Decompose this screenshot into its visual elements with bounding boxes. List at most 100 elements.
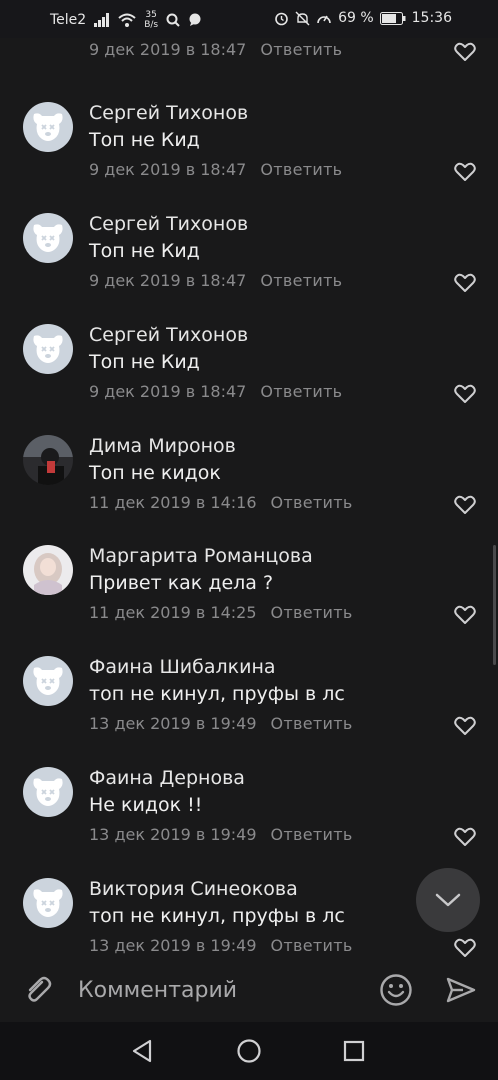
reply-link[interactable]: Ответить bbox=[271, 825, 353, 844]
comment-text: Привет как дела ? bbox=[89, 572, 274, 594]
comment-author[interactable]: Виктория Синеокова bbox=[89, 878, 298, 900]
comment-text: Не кидок !! bbox=[89, 794, 203, 816]
heart-icon bbox=[454, 938, 476, 957]
like-button[interactable] bbox=[454, 716, 476, 736]
avatar[interactable] bbox=[23, 102, 73, 152]
comment-meta: 9 дек 2019 в 18:47 Ответить bbox=[89, 382, 342, 401]
avatar[interactable] bbox=[23, 878, 73, 928]
status-left: Tele2 35 B/s bbox=[50, 10, 202, 30]
status-bar: Tele2 35 B/s 69 % 15:36 bbox=[0, 0, 498, 38]
reply-link[interactable]: Ответить bbox=[271, 936, 353, 955]
heart-icon bbox=[454, 162, 476, 181]
chat-bubble-icon bbox=[189, 13, 201, 26]
comment-item[interactable]: Фаина Дернова Не кидок !! 13 дек 2019 в 19… bbox=[0, 767, 498, 877]
comment-item[interactable]: Сергей Тихонов Топ не Кид 9 дек 2019 в 18:… bbox=[0, 102, 498, 212]
comment-author[interactable]: Фаина Дернова bbox=[89, 767, 245, 789]
like-button[interactable] bbox=[454, 605, 476, 625]
comment-date: 9 дек 2019 в 18:47 bbox=[89, 271, 247, 290]
comment-text: Топ не кидок bbox=[89, 462, 221, 484]
avatar[interactable] bbox=[23, 435, 73, 485]
like-button[interactable] bbox=[454, 273, 476, 293]
comment-date: 9 дек 2019 в 18:47 bbox=[89, 160, 247, 179]
send-icon bbox=[446, 977, 476, 1003]
smiley-icon bbox=[380, 974, 412, 1006]
recents-button[interactable] bbox=[342, 1038, 366, 1068]
heart-icon bbox=[454, 384, 476, 403]
heart-icon bbox=[454, 827, 476, 846]
battery-percent: 69 % bbox=[338, 10, 374, 26]
comment-text: топ не кинул, пруфы в лс bbox=[89, 683, 345, 705]
dog-placeholder-icon bbox=[33, 778, 63, 806]
navigation-bar bbox=[0, 1022, 498, 1080]
comment-author[interactable]: Маргарита Романцова bbox=[89, 545, 313, 567]
reply-link[interactable]: Ответить bbox=[260, 271, 342, 290]
carrier-label: Tele2 bbox=[50, 12, 87, 28]
dog-placeholder-icon bbox=[33, 224, 63, 252]
recents-square-icon bbox=[343, 1040, 365, 1062]
comment-item[interactable]: Топ не Кид9 дек 2019 в 18:47Ответить bbox=[0, 38, 498, 92]
comment-date: 13 дек 2019 в 19:49 bbox=[89, 936, 257, 955]
comment-text: топ не кинул, пруфы в лс bbox=[89, 905, 345, 927]
speed-value: 35 bbox=[145, 10, 157, 20]
comment-input[interactable] bbox=[78, 972, 358, 1008]
comment-meta: 9 дек 2019 в 18:47 Ответить bbox=[89, 271, 342, 290]
comment-author[interactable]: Сергей Тихонов bbox=[89, 102, 248, 124]
like-button[interactable] bbox=[454, 827, 476, 847]
attach-button[interactable] bbox=[22, 974, 54, 1010]
comment-author[interactable]: Фаина Шибалкина bbox=[89, 656, 276, 678]
comment-date: 13 дек 2019 в 19:49 bbox=[89, 825, 257, 844]
comment-meta: 11 дек 2019 в 14:16 Ответить bbox=[89, 493, 353, 512]
avatar[interactable] bbox=[23, 767, 73, 817]
comment-date: 13 дек 2019 в 19:49 bbox=[89, 714, 257, 733]
comment-text: Топ не Кид bbox=[89, 240, 200, 262]
home-button[interactable] bbox=[236, 1038, 262, 1068]
comment-meta: 13 дек 2019 в 19:49 Ответить bbox=[89, 936, 353, 955]
avatar[interactable] bbox=[23, 545, 73, 595]
like-button[interactable] bbox=[454, 384, 476, 404]
send-button[interactable] bbox=[445, 974, 477, 1010]
comments-feed[interactable]: Топ не Кид 9 дек 2019 в 18:47 Ответить Серг… bbox=[0, 38, 498, 958]
comment-text: Топ не Кид bbox=[89, 351, 200, 373]
comment-meta: 11 дек 2019 в 14:25 Ответить bbox=[89, 603, 353, 622]
comment-item[interactable]: Сергей Тихонов Топ не Кид 9 дек 2019 в 18:… bbox=[0, 213, 498, 323]
comment-date: 11 дек 2019 в 14:25 bbox=[89, 603, 257, 622]
scrollbar-thumb[interactable] bbox=[493, 545, 496, 665]
like-button[interactable] bbox=[454, 162, 476, 182]
comment-author[interactable]: Сергей Тихонов bbox=[89, 213, 248, 235]
speed-gauge-icon bbox=[317, 15, 331, 23]
home-circle-icon bbox=[237, 1039, 261, 1063]
back-button[interactable] bbox=[130, 1038, 154, 1068]
avatar[interactable] bbox=[23, 324, 73, 374]
comment-item[interactable]: Фаина Шибалкина топ не кинул, пруфы в лс 1… bbox=[0, 656, 498, 766]
reply-link[interactable]: Ответить bbox=[271, 714, 353, 733]
like-button[interactable] bbox=[454, 42, 476, 62]
heart-icon bbox=[454, 273, 476, 292]
comment-author[interactable]: Сергей Тихонов bbox=[89, 324, 248, 346]
heart-icon bbox=[454, 495, 476, 514]
like-button[interactable] bbox=[454, 495, 476, 515]
comment-item[interactable]: Дима Миронов Топ не кидок 11 дек 2019 в 14… bbox=[0, 435, 498, 545]
reply-link[interactable]: Ответить bbox=[271, 493, 353, 512]
clock: 15:36 bbox=[411, 10, 452, 26]
emoji-button[interactable] bbox=[379, 973, 413, 1011]
user-photo-icon bbox=[23, 435, 73, 485]
comment-item[interactable]: Маргарита Романцова Привет как дела ? 11 д… bbox=[0, 545, 498, 655]
comment-item[interactable]: Сергей Тихонов Топ не Кид 9 дек 2019 в 18:… bbox=[0, 324, 498, 434]
reply-link[interactable]: Ответить bbox=[271, 603, 353, 622]
comment-author[interactable]: Дима Миронов bbox=[89, 435, 236, 457]
dog-placeholder-icon bbox=[33, 889, 63, 917]
search-icon bbox=[166, 13, 180, 27]
scroll-down-button[interactable] bbox=[416, 868, 480, 932]
comment-date: 9 дек 2019 в 18:47 bbox=[89, 40, 247, 59]
comment-meta: 13 дек 2019 в 19:49 Ответить bbox=[89, 714, 353, 733]
avatar[interactable] bbox=[23, 213, 73, 263]
chevron-down-icon bbox=[435, 893, 461, 907]
mute-bell-icon bbox=[295, 11, 310, 25]
back-triangle-icon bbox=[132, 1039, 152, 1063]
reply-link[interactable]: Ответить bbox=[260, 382, 342, 401]
alarm-icon bbox=[275, 12, 288, 25]
reply-link[interactable]: Ответить bbox=[260, 160, 342, 179]
reply-link[interactable]: Ответить bbox=[260, 40, 342, 59]
like-button[interactable] bbox=[454, 938, 476, 958]
avatar[interactable] bbox=[23, 656, 73, 706]
